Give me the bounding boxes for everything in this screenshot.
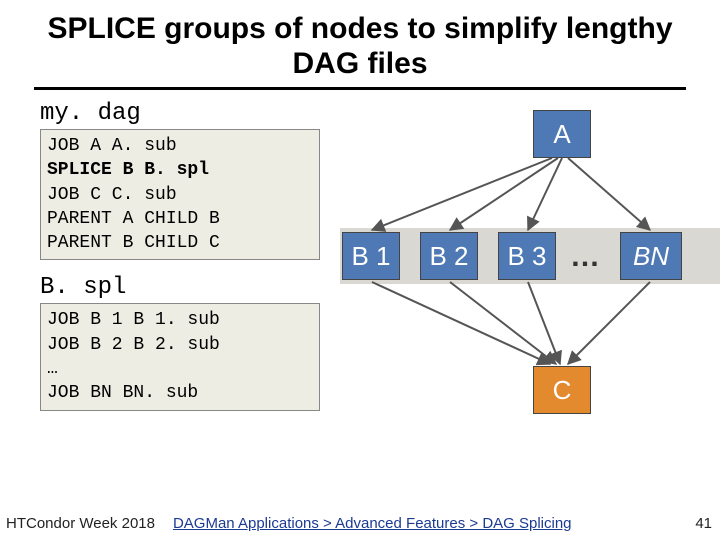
dag-diagram: A B 1 B 2 B 3 … BN C: [340, 100, 710, 430]
footer-breadcrumb: DAGMan Applications > Advanced Features …: [173, 515, 572, 532]
footer: HTCondor Week 2018 DAGMan Applications >…: [0, 515, 720, 532]
footer-page-number: 41: [695, 515, 712, 532]
footer-source: HTCondor Week 2018: [6, 515, 155, 532]
dag-node-bn: BN: [620, 232, 682, 280]
code-line: JOB C C. sub: [47, 185, 177, 205]
title-underline: [34, 87, 686, 90]
left-column: my. dag JOB A A. sub SPLICE B B. spl JOB…: [40, 100, 320, 425]
dag-node-a: A: [533, 110, 591, 158]
dag-node-b2: B 2: [420, 232, 478, 280]
dag-node-b3: B 3: [498, 232, 556, 280]
dag-node-c: C: [533, 366, 591, 414]
code-line: JOB B 1 B 1. sub: [47, 310, 220, 330]
slide-title: SPLICE groups of nodes to simplify lengt…: [0, 0, 720, 87]
code-line: JOB A A. sub: [47, 136, 177, 156]
code-line: PARENT B CHILD C: [47, 233, 220, 253]
code-line: …: [47, 359, 58, 379]
codebox-bspl: JOB B 1 B 1. sub JOB B 2 B 2. sub … JOB …: [40, 303, 320, 410]
code-line: JOB B 2 B 2. sub: [47, 335, 220, 355]
code-line: PARENT A CHILD B: [47, 209, 220, 229]
code-line: JOB BN BN. sub: [47, 383, 198, 403]
file-label-mydag: my. dag: [40, 100, 320, 127]
dag-node-b1: B 1: [342, 232, 400, 280]
content-area: my. dag JOB A A. sub SPLICE B B. spl JOB…: [0, 100, 720, 480]
file-label-bspl: B. spl: [40, 274, 320, 301]
codebox-mydag: JOB A A. sub SPLICE B B. spl JOB C C. su…: [40, 129, 320, 260]
dag-ellipsis: …: [570, 240, 600, 274]
code-line-bold: SPLICE B B. spl: [47, 160, 209, 180]
